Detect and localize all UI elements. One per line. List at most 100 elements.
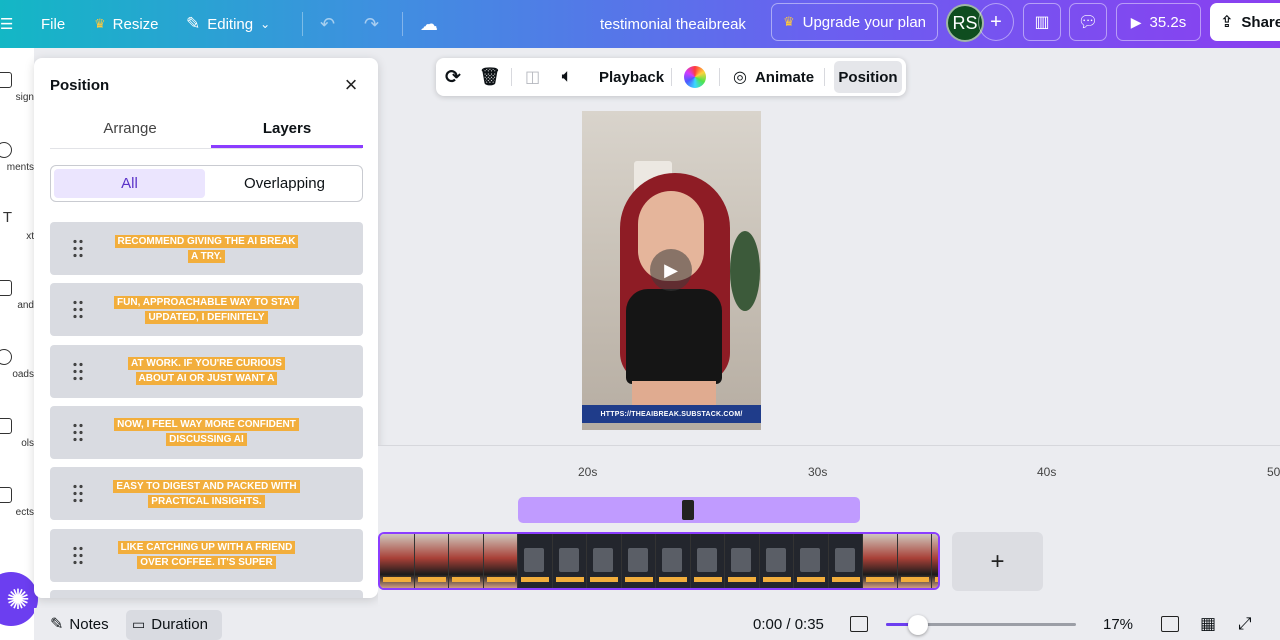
position-button[interactable]: Position — [834, 61, 902, 93]
layer-item[interactable]: AT WORK. IF YOU'RE CURIOUS ABOUT AI OR J… — [50, 344, 363, 398]
layer-item[interactable]: NOW, I FEEL WAY MORE CONFIDENT DISCUSSIN… — [50, 405, 363, 459]
drag-handle-icon[interactable] — [72, 421, 84, 442]
tab-layers[interactable]: Layers — [211, 120, 363, 148]
present-play-button[interactable]: ▶ 35.2s — [1116, 3, 1201, 41]
drag-handle-icon[interactable] — [72, 360, 84, 381]
caption-strip — [831, 577, 860, 582]
rail-label: xt — [26, 231, 34, 242]
brand-icon — [0, 280, 12, 296]
clip-thumbnail — [725, 534, 760, 588]
layer-item[interactable]: FUN, APPROACHABLE WAY TO STAY UPDATED, I… — [50, 283, 363, 337]
upgrade-plan-button[interactable]: ♛ Upgrade your plan — [771, 3, 938, 41]
divider — [824, 68, 825, 86]
playback-button[interactable]: Playback — [599, 58, 664, 96]
chevron-down-icon: ⌄ — [260, 17, 271, 31]
clip-thumbnail — [483, 534, 518, 588]
video-preview[interactable]: ▶ HTTPS://THEAIBREAK.SUBSTACK.COM/ — [582, 111, 761, 430]
zoom-slider-handle[interactable] — [908, 615, 929, 635]
layer-caption: FUN, APPROACHABLE WAY TO STAY UPDATED, I… — [112, 295, 302, 325]
uploads-icon — [0, 349, 12, 365]
clip-thumbnail — [380, 534, 415, 588]
avatar-initials: RS — [952, 12, 978, 33]
caption-strip — [900, 577, 929, 582]
trash-icon[interactable]: 🗑︎ — [479, 58, 501, 96]
volume-icon[interactable]: 🔈︎ — [562, 58, 572, 96]
replace-icon[interactable]: ⟳ — [445, 58, 461, 96]
caption-strip — [762, 577, 791, 582]
cloud-saved-icon[interactable]: ☁ — [412, 7, 446, 41]
layer-item[interactable]: RECOMMEND GIVING THE AI BREAK A TRY. — [50, 222, 363, 275]
rail-item-elements[interactable]: ments — [0, 142, 34, 173]
share-button[interactable]: ⇪ Share — [1210, 3, 1280, 41]
grid-view-icon[interactable]: ▦ — [1200, 608, 1216, 640]
layer-item[interactable]: EASY TO DIGEST AND PACKED WITH PRACTICAL… — [50, 467, 363, 521]
fullscreen-icon[interactable]: ⤢ — [1238, 608, 1252, 640]
filter-overlapping[interactable]: Overlapping — [209, 169, 360, 198]
rail-item-text[interactable]: Txt — [0, 210, 34, 242]
layer-item[interactable] — [50, 589, 363, 598]
drag-handle-icon[interactable] — [72, 238, 84, 258]
play-icon[interactable]: ▶ — [650, 249, 692, 291]
page-view-icon[interactable] — [850, 616, 868, 632]
file-menu[interactable]: File — [33, 7, 73, 41]
caption-strip — [797, 577, 825, 582]
filter-all[interactable]: All — [54, 169, 205, 198]
clip-thumbnail — [759, 534, 794, 588]
rail-item-tools[interactable]: ols — [0, 418, 34, 449]
drag-handle-icon[interactable] — [72, 299, 84, 320]
rail-label: and — [17, 300, 34, 311]
zoom-level[interactable]: 17% — [1103, 608, 1133, 640]
redo-icon[interactable]: ↷ — [356, 7, 387, 41]
play-time: 35.2s — [1149, 13, 1187, 31]
upgrade-label: Upgrade your plan — [802, 13, 927, 31]
layer-item[interactable]: LIKE CATCHING UP WITH A FRIEND OVER COFF… — [50, 528, 363, 582]
playback-label: Playback — [599, 68, 665, 86]
layer-caption-text: FUN, APPROACHABLE WAY TO STAY UPDATED, I… — [114, 295, 299, 324]
elements-icon — [0, 142, 12, 158]
clip-thumbnail — [863, 534, 898, 588]
notes-button[interactable]: ✎ Notes — [50, 608, 109, 640]
animate-button[interactable]: ◎ Animate — [733, 58, 814, 96]
duration-button[interactable]: ▭ Duration — [132, 608, 208, 640]
layer-caption-text: RECOMMEND GIVING THE AI BREAK A TRY. — [114, 234, 299, 263]
file-label: File — [41, 15, 66, 33]
clip-thumbnail — [932, 534, 938, 588]
editing-dropdown[interactable]: ✎ Editing ⌄ — [178, 7, 278, 41]
divider — [719, 68, 720, 86]
video-clip-strip[interactable] — [378, 532, 940, 590]
rail-item-design[interactable]: sign — [0, 72, 34, 103]
caption-strip — [935, 577, 938, 582]
caption-strip — [590, 577, 618, 582]
resize-button[interactable]: ♛ Resize — [86, 7, 167, 41]
caption-strip — [452, 577, 480, 582]
add-clip-button[interactable]: + — [952, 532, 1043, 591]
rail-item-uploads[interactable]: oads — [0, 349, 34, 380]
close-icon[interactable]: × — [340, 74, 362, 96]
fit-view-icon[interactable] — [1161, 616, 1179, 632]
clip-thumbnail — [449, 534, 484, 588]
caption-strip — [728, 577, 756, 582]
rail-label: oads — [12, 369, 34, 380]
rail-item-projects[interactable]: ects — [0, 487, 34, 518]
insights-button[interactable]: ▥ — [1023, 3, 1061, 41]
rail-item-brand[interactable]: and — [0, 280, 34, 311]
layer-caption: RECOMMEND GIVING THE AI BREAK A TRY. — [112, 234, 302, 264]
play-icon: ▶ — [1130, 13, 1142, 30]
add-collaborator-button[interactable]: + — [978, 3, 1014, 41]
document-title[interactable]: testimonial theaibreak — [592, 7, 754, 41]
projects-icon — [0, 487, 12, 503]
rail-label: ments — [6, 162, 34, 173]
tab-arrange[interactable]: Arrange — [54, 120, 206, 148]
layer-caption-text: LIKE CATCHING UP WITH A FRIEND OVER COFF… — [117, 541, 296, 569]
drag-handle-icon[interactable] — [72, 483, 84, 504]
divider — [302, 12, 303, 36]
undo-icon[interactable]: ↶ — [312, 7, 343, 41]
split-icon[interactable]: ◫ — [525, 58, 540, 96]
audio-track[interactable] — [518, 497, 860, 523]
color-picker[interactable] — [684, 58, 706, 96]
clip-thumbnail — [587, 534, 622, 588]
clip-thumbnail — [552, 534, 587, 588]
drag-handle-icon[interactable] — [72, 544, 84, 565]
menu-icon[interactable]: ☰ — [0, 7, 21, 41]
comments-button[interactable]: 💬︎ — [1069, 3, 1107, 41]
